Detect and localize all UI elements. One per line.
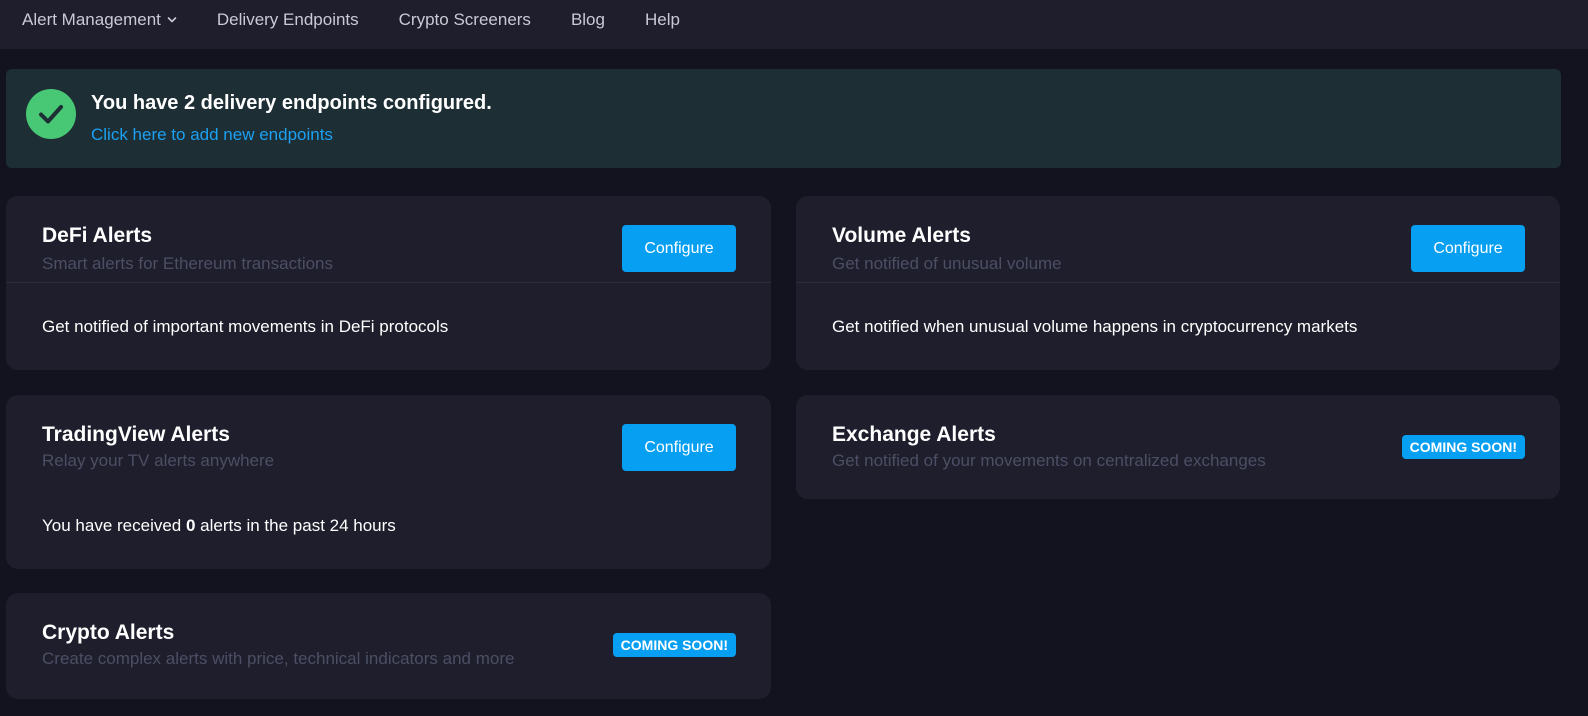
card-divider: [796, 282, 1560, 283]
card-title: TradingView Alerts: [42, 423, 230, 446]
volume-alerts-card: Volume Alerts Get notified of unusual vo…: [796, 196, 1560, 370]
card-title: Exchange Alerts: [832, 423, 996, 446]
nav-item-delivery-endpoints[interactable]: Delivery Endpoints: [217, 0, 359, 30]
card-divider: [6, 282, 771, 283]
check-icon: [39, 105, 63, 124]
nav-item-crypto-screeners[interactable]: Crypto Screeners: [399, 0, 531, 30]
card-description: Get notified when unusual volume happens…: [832, 317, 1358, 336]
defi-configure-button[interactable]: Configure: [622, 225, 736, 272]
tradingview-configure-button[interactable]: Configure: [622, 424, 736, 471]
banner-title: You have 2 delivery endpoints configured…: [91, 92, 492, 114]
tradingview-alerts-card: TradingView Alerts Relay your TV alerts …: [6, 395, 771, 569]
card-title: DeFi Alerts: [42, 224, 153, 247]
card-subtitle: Smart alerts for Ethereum transactions: [42, 254, 334, 273]
volume-configure-button[interactable]: Configure: [1411, 225, 1525, 272]
chevron-down-icon: [167, 17, 177, 23]
card-title: Volume Alerts: [832, 224, 971, 247]
coming-soon-badge: COMING SOON!: [1401, 435, 1525, 459]
card-subtitle: Relay your TV alerts anywhere: [42, 451, 275, 470]
nav-item-label: Blog: [570, 10, 605, 29]
nav-item-label: Alert Management: [22, 10, 161, 29]
nav-item-alert-management[interactable]: Alert Management: [22, 0, 177, 30]
endpoints-status-banner: You have 2 delivery endpoints configured…: [6, 69, 1561, 168]
exchange-alerts-card: Exchange Alerts Get notified of your mov…: [796, 395, 1560, 499]
nav-item-blog[interactable]: Blog: [571, 0, 605, 30]
top-nav: Alert Management Delivery Endpoints Cryp…: [0, 0, 1588, 49]
card-subtitle: Get notified of unusual volume: [832, 254, 1062, 273]
card-subtitle: Get notified of your movements on centra…: [832, 451, 1266, 470]
coming-soon-badge: COMING SOON!: [612, 633, 736, 657]
alert-count-suffix: alerts in the past 24 hours: [195, 516, 396, 535]
card-subtitle: Create complex alerts with price, techni…: [42, 649, 515, 668]
alert-count-text: You have received 0 alerts in the past 2…: [42, 515, 396, 537]
crypto-alerts-card: Crypto Alerts Create complex alerts with…: [6, 593, 771, 699]
add-endpoints-link[interactable]: Click here to add new endpoints: [91, 124, 333, 146]
nav-item-label: Delivery Endpoints: [216, 10, 359, 29]
card-title: Crypto Alerts: [42, 621, 175, 644]
nav-item-help[interactable]: Help: [645, 0, 680, 30]
nav-item-label: Crypto Screeners: [398, 10, 531, 29]
alert-count-prefix: You have received: [42, 516, 186, 535]
check-circle-icon: [26, 89, 76, 139]
defi-alerts-card: DeFi Alerts Smart alerts for Ethereum tr…: [6, 196, 771, 370]
card-description: Get notified of important movements in D…: [42, 317, 449, 336]
nav-item-label: Help: [644, 10, 680, 29]
